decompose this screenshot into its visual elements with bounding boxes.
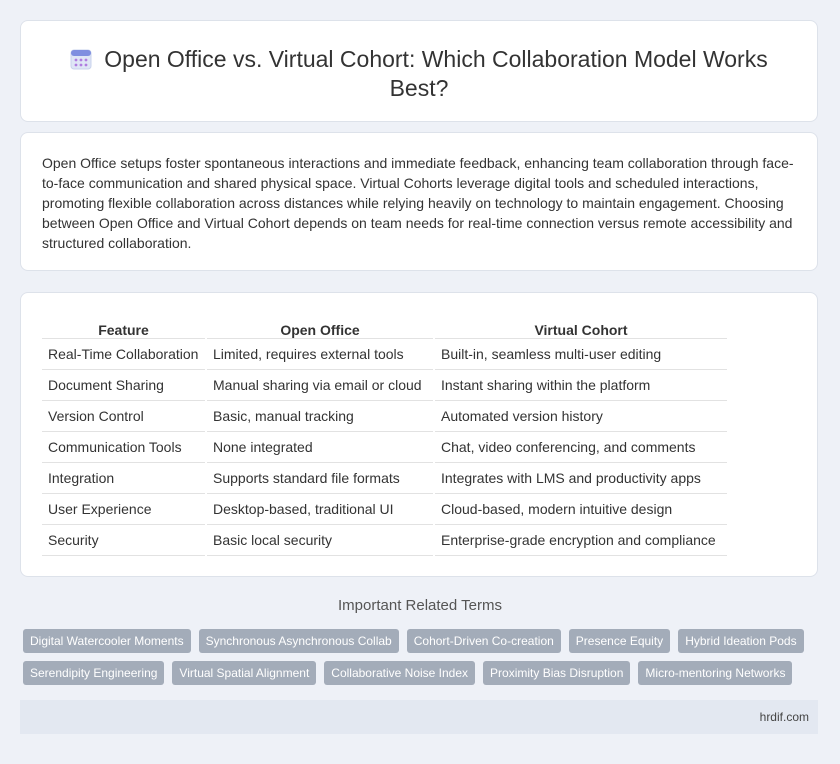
related-terms-list: Digital Watercooler Moments Synchronous …	[23, 629, 823, 685]
table-row: Integration Supports standard file forma…	[42, 463, 727, 494]
table-cell: Built-in, seamless multi-user editing	[435, 339, 727, 370]
title-card: Open Office vs. Virtual Cohort: Which Co…	[20, 20, 818, 122]
table-cell: Instant sharing within the platform	[435, 370, 727, 401]
term-tag[interactable]: Proximity Bias Disruption	[483, 661, 631, 685]
table-cell: Supports standard file formats	[207, 463, 433, 494]
term-tag[interactable]: Synchronous Asynchronous Collab	[198, 629, 399, 653]
column-header-open-office: Open Office	[207, 313, 433, 339]
term-tag[interactable]: Micro-mentoring Networks	[638, 661, 793, 685]
table-cell: Basic local security	[207, 525, 433, 556]
table-row: User Experience Desktop-based, tradition…	[42, 494, 727, 525]
table-row: Version Control Basic, manual tracking A…	[42, 401, 727, 432]
term-tag[interactable]: Serendipity Engineering	[23, 661, 165, 685]
table-cell: Enterprise-grade encryption and complian…	[435, 525, 727, 556]
comparison-table: Feature Open Office Virtual Cohort Real-…	[42, 313, 727, 556]
summary-text: Open Office setups foster spontaneous in…	[42, 155, 794, 251]
term-tag[interactable]: Cohort-Driven Co-creation	[406, 629, 561, 653]
table-cell: Basic, manual tracking	[207, 401, 433, 432]
table-cell: Integrates with LMS and productivity app…	[435, 463, 727, 494]
table-cell: User Experience	[42, 494, 205, 525]
term-tag[interactable]: Virtual Spatial Alignment	[172, 661, 317, 685]
table-cell: Document Sharing	[42, 370, 205, 401]
table-cell: Security	[42, 525, 205, 556]
term-tag[interactable]: Digital Watercooler Moments	[23, 629, 191, 653]
related-terms-heading: Important Related Terms	[338, 597, 502, 614]
table-row: Document Sharing Manual sharing via emai…	[42, 370, 727, 401]
column-header-virtual-cohort: Virtual Cohort	[435, 313, 727, 339]
table-cell: Manual sharing via email or cloud	[207, 370, 433, 401]
table-cell: Real-Time Collaboration	[42, 339, 205, 370]
table-cell: Chat, video conferencing, and comments	[435, 432, 727, 463]
calendar-icon	[70, 49, 92, 70]
table-cell: Cloud-based, modern intuitive design	[435, 494, 727, 525]
table-cell: Version Control	[42, 401, 205, 432]
term-tag[interactable]: Collaborative Noise Index	[324, 661, 476, 685]
table-cell: Integration	[42, 463, 205, 494]
column-header-feature: Feature	[42, 313, 205, 339]
comparison-card: Feature Open Office Virtual Cohort Real-…	[20, 292, 818, 577]
table-header-row: Feature Open Office Virtual Cohort	[42, 313, 727, 339]
table-row: Communication Tools None integrated Chat…	[42, 432, 727, 463]
footer-site-link[interactable]: hrdif.com	[760, 710, 809, 724]
page-title-row: Open Office vs. Virtual Cohort: Which Co…	[21, 45, 817, 103]
table-cell: Communication Tools	[42, 432, 205, 463]
table-cell: Limited, requires external tools	[207, 339, 433, 370]
table-row: Real-Time Collaboration Limited, require…	[42, 339, 727, 370]
table-cell: Automated version history	[435, 401, 727, 432]
table-row: Security Basic local security Enterprise…	[42, 525, 727, 556]
table-cell: None integrated	[207, 432, 433, 463]
page-title: Open Office vs. Virtual Cohort: Which Co…	[104, 46, 768, 101]
table-cell: Desktop-based, traditional UI	[207, 494, 433, 525]
term-tag[interactable]: Hybrid Ideation Pods	[678, 629, 804, 653]
term-tag[interactable]: Presence Equity	[568, 629, 671, 653]
summary-card: Open Office setups foster spontaneous in…	[20, 132, 818, 271]
footer: hrdif.com	[20, 700, 818, 734]
